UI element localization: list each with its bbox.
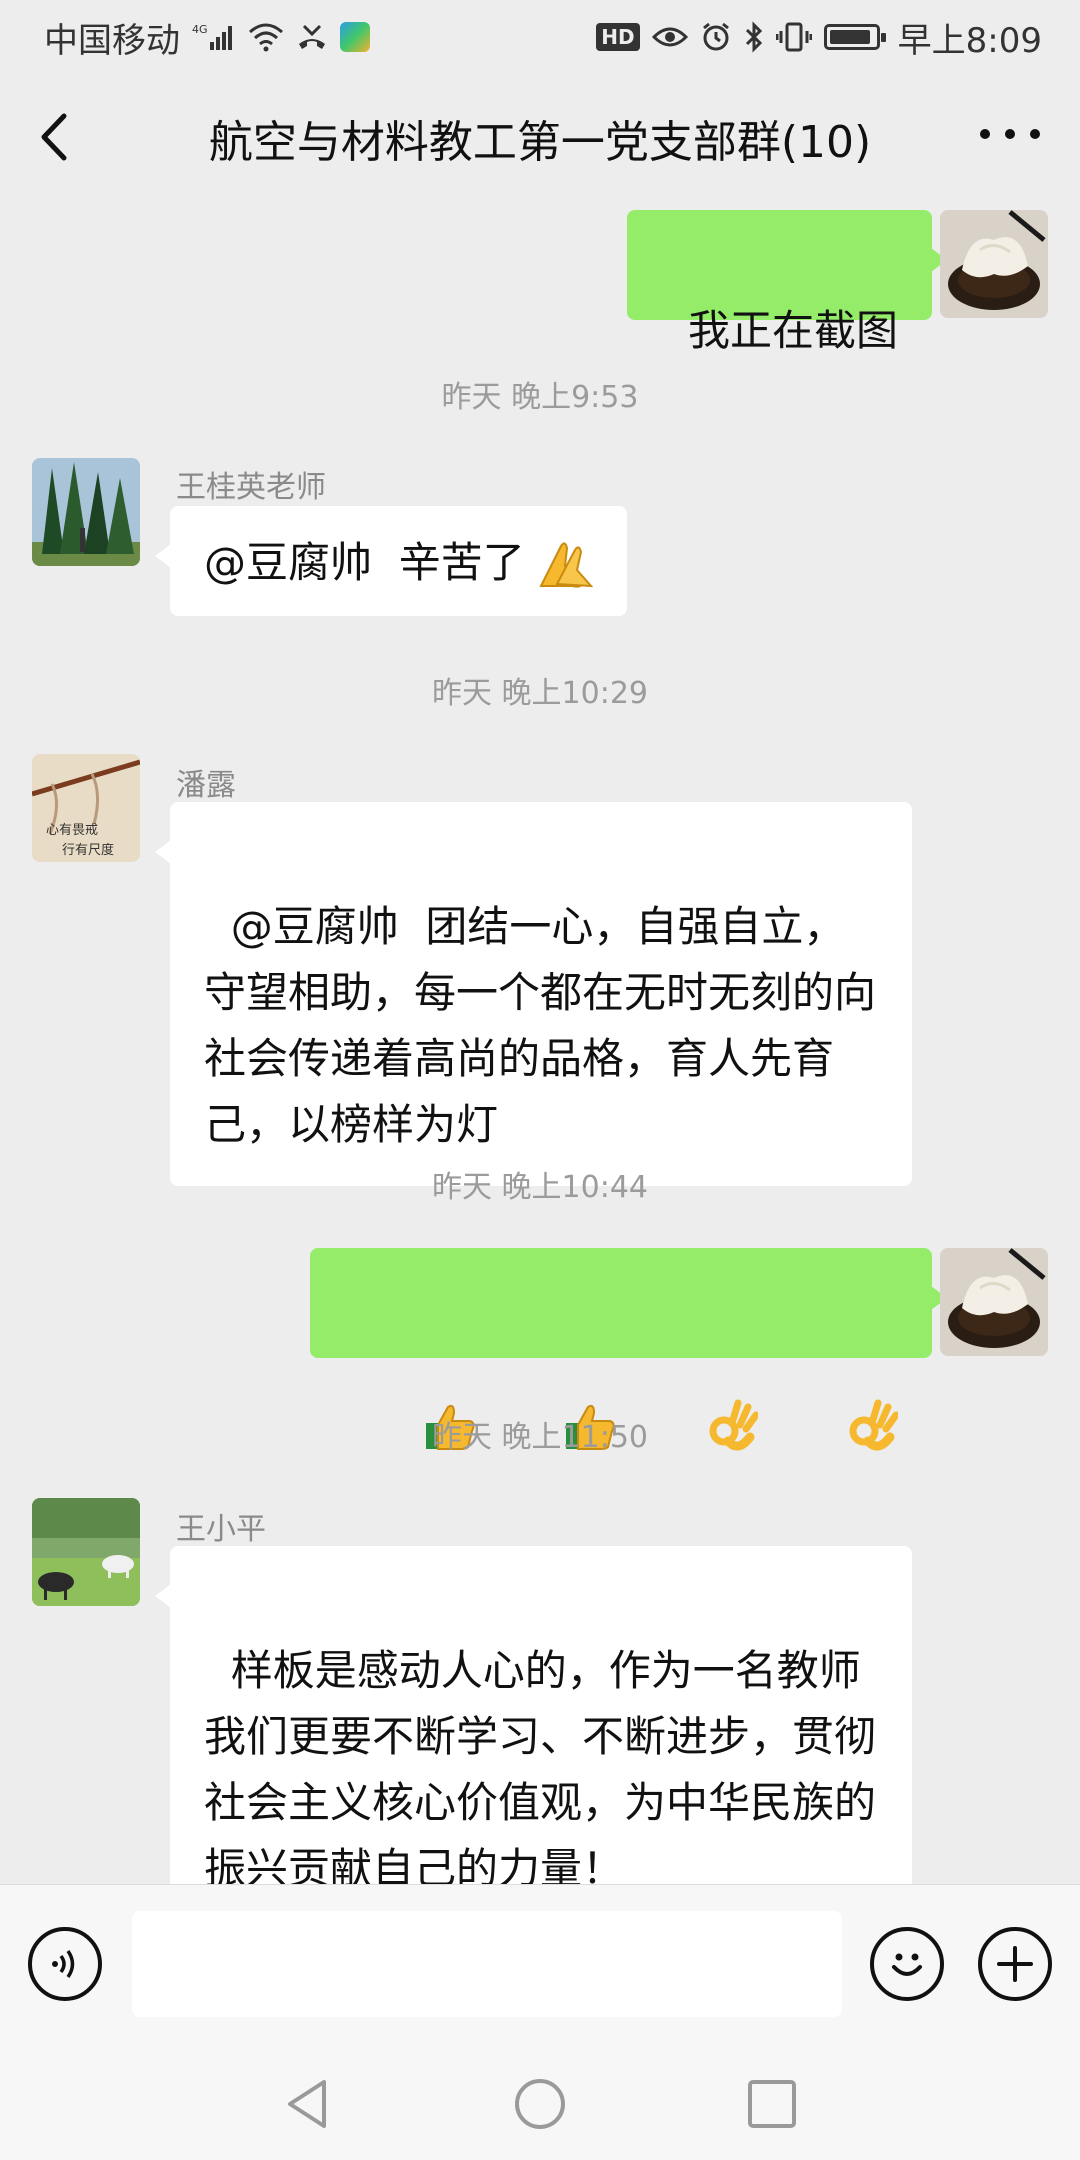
svg-text:心有畏戒: 心有畏戒 [46,823,98,838]
status-bar: 中国移动 4G HD 早上8:09 [0,0,1080,74]
plus-icon[interactable] [978,1927,1052,2001]
sender-name: 王小平 [176,1512,266,1547]
bluetooth-icon [744,21,764,53]
message-text: @豆腐帅 辛苦了 [204,538,525,587]
sender-avatar[interactable] [32,458,140,566]
message-bubble-outgoing[interactable]: 我正在截图 [627,210,947,355]
battery-icon [823,24,886,50]
status-left: 中国移动 4G [44,13,370,62]
alarm-icon [700,21,732,53]
my-avatar[interactable] [940,1248,1048,1356]
message-text: 样板是感动人心的，作为一名教师我们更要不断学习、不断进步，贯彻社会主义核心价值观… [204,1646,877,1893]
back-triangle-icon[interactable] [280,2076,336,2132]
sender-name: 潘露 [176,768,236,803]
message-bubble-incoming[interactable]: @豆腐帅 辛苦了 [155,506,627,616]
message-bubble-incoming[interactable]: @豆腐帅 团结一心，自强自立，守望相助，每一个都在无时无刻的向社会传递着高尚的品… [155,802,912,1186]
timestamp: 昨天 晚上9:53 [441,380,639,415]
sender-avatar[interactable] [32,1498,140,1606]
more-dots-icon[interactable] [980,114,1040,154]
input-bar [0,1884,1080,2044]
signal-icon: 4G [192,22,236,52]
wifi-icon [248,22,284,52]
my-avatar[interactable] [940,210,1048,318]
sender-name: 王桂英老师 [176,470,326,505]
app-notification-icon [340,22,370,52]
timestamp: 昨天 晚上11:50 [432,1420,648,1455]
message-bubble-outgoing[interactable] [309,1248,948,1451]
system-navigation-bar [0,2044,1080,2160]
hd-badge: HD [596,23,640,51]
home-circle-icon[interactable] [512,2076,568,2132]
svg-text:行有尺度: 行有尺度 [62,842,114,858]
message-bubble-incoming[interactable]: 样板是感动人心的，作为一名教师我们更要不断学习、不断进步，贯彻社会主义核心价值观… [155,1546,912,1930]
chevron-left-icon[interactable] [32,112,82,162]
missed-call-icon [296,22,328,52]
message-input[interactable] [132,1911,842,2017]
status-right: HD 早上8:09 [596,13,1042,62]
message-text: @豆腐帅 团结一心，自强自立，守望相助，每一个都在无时无刻的向社会传递着高尚的品… [204,902,877,1149]
smiley-icon[interactable] [870,1927,944,2001]
eye-icon [651,24,688,50]
svg-text:4G: 4G [192,23,208,36]
vibrate-icon [775,21,812,53]
chat-title: 航空与材料教工第一党支部群(10) [208,117,872,168]
voice-icon[interactable] [28,1927,102,2001]
timestamp: 昨天 晚上10:44 [432,1170,648,1205]
chat-header: 航空与材料教工第一党支部群(10) [0,74,1080,202]
carrier-label: 中国移动 [44,20,180,61]
sender-avatar[interactable]: 心有畏戒 行有尺度 [32,754,140,862]
timestamp: 昨天 晚上10:29 [432,676,648,711]
folded-hands-emoji [535,536,593,590]
clock-label: 早上8:09 [897,20,1042,61]
message-text: 我正在截图 [687,306,898,355]
recents-square-icon[interactable] [744,2076,800,2132]
